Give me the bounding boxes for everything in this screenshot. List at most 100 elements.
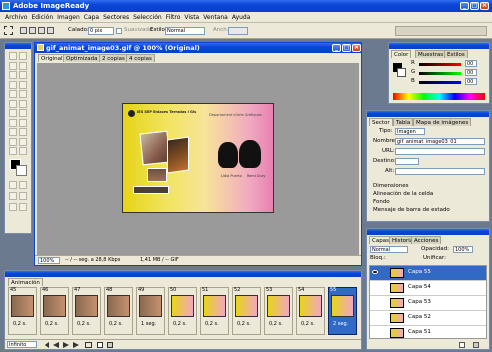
opacity-input[interactable]: 100%	[453, 246, 473, 253]
target-input[interactable]	[395, 158, 419, 165]
marquee-tool-icon[interactable]	[4, 26, 13, 35]
red-slider[interactable]	[419, 63, 461, 66]
delete-frame-icon[interactable]	[107, 342, 113, 348]
animation-frame[interactable]: 47 0,2 s.	[72, 287, 101, 335]
tab-4-copies[interactable]: 4 copias	[126, 54, 155, 62]
duplicate-frame-icon[interactable]	[97, 342, 103, 348]
tab-table[interactable]: Tabla	[393, 118, 414, 126]
animation-frame[interactable]: 46 0,2 s.	[40, 287, 69, 335]
eyedropper-tool-icon[interactable]	[19, 109, 27, 117]
tab-styles[interactable]: Estilos	[444, 50, 468, 58]
dodge-tool-icon[interactable]	[19, 137, 27, 146]
frame-delay[interactable]: 0,2 s.	[173, 321, 187, 328]
minimize-button[interactable]: _	[460, 2, 469, 10]
menu-archivo[interactable]: Archivo	[3, 14, 29, 22]
alt-input[interactable]	[395, 168, 485, 175]
doc-close-button[interactable]: ×	[352, 44, 361, 52]
preview-browser-icon[interactable]	[19, 192, 27, 200]
blue-value[interactable]: 00	[465, 78, 477, 85]
new-layer-icon[interactable]	[459, 342, 465, 348]
shape-tool-icon[interactable]	[19, 99, 27, 108]
color-ramp[interactable]	[393, 93, 485, 100]
background-color-swatch[interactable]	[16, 165, 27, 176]
previous-frame-icon[interactable]	[53, 342, 59, 348]
frame-delay[interactable]: 0,2 s.	[301, 321, 315, 328]
trash-icon[interactable]	[473, 342, 479, 348]
lasso-tool-icon[interactable]	[9, 61, 17, 70]
gradient-tool-icon[interactable]	[9, 118, 17, 127]
intersect-selection-icon[interactable]	[47, 27, 54, 34]
zoom-tool-icon[interactable]	[19, 128, 27, 136]
frame-delay[interactable]: 0,2 s.	[13, 321, 27, 328]
section-dimensions[interactable]: Dimensiones	[373, 183, 408, 190]
red-value[interactable]: 00	[465, 60, 477, 67]
doc-maximize-button[interactable]: □	[342, 44, 351, 52]
play-icon[interactable]	[63, 342, 69, 348]
menu-ayuda[interactable]: Ayuda	[230, 14, 253, 22]
hand-tool-icon[interactable]	[9, 128, 17, 136]
subtract-selection-icon[interactable]	[38, 27, 45, 34]
tab-animation[interactable]: Animación	[8, 278, 43, 286]
animation-frame[interactable]: 48 0,2 s.	[104, 287, 133, 335]
eraser-tool-icon[interactable]	[19, 80, 27, 89]
quickmask-icon[interactable]	[9, 181, 17, 189]
type-tool-icon[interactable]	[9, 99, 17, 108]
layer-name-55[interactable]: Capa 55	[408, 269, 431, 276]
standard-mode-icon[interactable]	[19, 181, 27, 189]
menu-seleccion[interactable]: Selección	[131, 14, 164, 22]
blend-mode-select[interactable]: Normal	[370, 246, 408, 253]
palette-well[interactable]	[395, 26, 487, 36]
menu-edicion[interactable]: Edición	[29, 14, 55, 22]
layer-name-51[interactable]: Capa 51	[408, 329, 431, 336]
section-cell-align[interactable]: Alineación de la celda	[373, 191, 433, 198]
blue-slider[interactable]	[419, 81, 461, 84]
fill-tool-icon[interactable]	[19, 118, 27, 127]
pencil-tool-icon[interactable]	[19, 90, 27, 98]
layer-name-53[interactable]: Capa 53	[408, 299, 431, 306]
panel-background-swatch[interactable]	[397, 68, 406, 77]
loop-select[interactable]: Infinito	[7, 341, 37, 348]
brush-tool-icon[interactable]	[9, 80, 17, 89]
menu-filtro[interactable]: Filtro	[164, 14, 183, 22]
new-selection-icon[interactable]	[20, 27, 27, 34]
menu-capa[interactable]: Capa	[82, 14, 101, 22]
pen-tool-icon[interactable]	[9, 109, 17, 117]
toggle-slices-icon[interactable]	[19, 203, 27, 211]
close-button[interactable]: ×	[480, 2, 489, 10]
animation-frame[interactable]: 50 0,2 s.	[168, 287, 197, 335]
menu-ventana[interactable]: Ventana	[201, 14, 230, 22]
animation-frame[interactable]: 55 2 seg.	[328, 287, 357, 335]
tab-actions[interactable]: Acciones	[411, 236, 442, 244]
frame-delay[interactable]: 0,2 s.	[237, 321, 251, 328]
blur-tool-icon[interactable]	[9, 137, 17, 146]
tab-color[interactable]: Color	[391, 50, 412, 58]
animation-frame[interactable]: 54 0,2 s.	[296, 287, 325, 335]
frame-delay[interactable]: 0,2 s.	[77, 321, 91, 328]
stamp-tool-icon[interactable]	[9, 90, 17, 98]
crop-tool-icon[interactable]	[9, 71, 17, 79]
frame-delay[interactable]: 0,2 s.	[109, 321, 123, 328]
jump-photoshop-icon[interactable]	[9, 203, 17, 211]
image-map-tool-icon[interactable]	[9, 147, 17, 155]
tween-icon[interactable]	[85, 342, 92, 348]
feather-input[interactable]: 0 píx	[88, 27, 114, 35]
first-frame-icon[interactable]	[44, 342, 49, 348]
tab-slice[interactable]: Sector	[369, 118, 393, 126]
fullscreen-mode-icon[interactable]	[9, 192, 17, 200]
frame-delay[interactable]: 0,2 s.	[269, 321, 283, 328]
tab-original[interactable]: Original	[38, 54, 66, 62]
animation-frame[interactable]: 53 0,2 s.	[264, 287, 293, 335]
frame-delay[interactable]: 2 seg.	[333, 321, 348, 328]
tab-image-map[interactable]: Mapa de imágenes	[413, 118, 472, 126]
animation-frame[interactable]: 51 0,2 s.	[200, 287, 229, 335]
add-selection-icon[interactable]	[29, 27, 36, 34]
magic-wand-tool-icon[interactable]	[19, 61, 27, 70]
width-input[interactable]	[228, 27, 248, 35]
zoom-select[interactable]: 100%	[38, 257, 60, 264]
animation-frame[interactable]: 52 0,2 s.	[232, 287, 261, 335]
section-background[interactable]: Fondo	[373, 199, 390, 206]
maximize-button[interactable]: □	[470, 2, 479, 10]
eye-icon[interactable]	[372, 270, 378, 274]
animation-frame[interactable]: 49 1 seg.	[136, 287, 165, 335]
rollover-tool-icon[interactable]	[19, 147, 27, 155]
